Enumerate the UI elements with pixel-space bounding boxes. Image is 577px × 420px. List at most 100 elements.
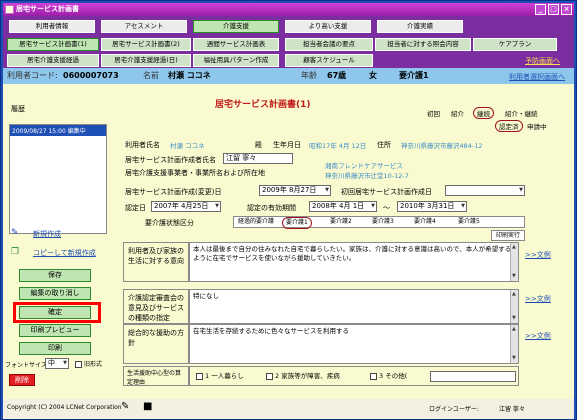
tab-support-progress[interactable]: 居宅介護支援経過 [7,54,99,67]
policy-example-link[interactable]: >>文例 [525,331,551,341]
intent-label: 利用者及び家族の生活に対する意向 [123,242,189,282]
life-support-options: 1 一人暮らし 2 家族等が障害、疾病 3 その他( [189,366,519,386]
user-age: 67歳 [327,71,347,80]
tab-support-progress-day[interactable]: 居宅介護支援経過(日) [101,54,191,67]
badge-initial[interactable]: 初回 [427,108,440,118]
honorific: 殿 [255,141,262,149]
maximize-button[interactable]: □ [548,4,559,15]
old-format-checkbox[interactable]: 旧形式 [75,359,102,368]
user-sex: 女 [369,71,377,80]
cert-date-select[interactable]: 2007年 4月25日 [151,201,221,212]
care-option-4[interactable]: 要介護4 [414,217,436,227]
font-size-select[interactable]: 中 [45,358,69,369]
intent-example-link[interactable]: >>文例 [525,250,551,260]
close-button[interactable]: × [561,4,572,15]
nav-menu: 利用者情報 アセスメント 介護支援 より高い支援 介護実績 居宅サービス計画書(… [3,16,574,68]
valid-period-label: 認定の有効期間 [247,204,296,212]
valid-to-select[interactable]: 2010年 3月31日 [397,201,467,212]
plan-date-label: 居宅サービス計画作成(変更)日 [125,188,222,196]
care-option-transitional[interactable]: 経過的要介護 [238,217,274,227]
address-label: 住所 [377,141,391,149]
status-bar: Copyright (C) 2004 LCNet Corporation ✎ ■… [3,399,574,419]
minimize-button[interactable]: _ [535,4,546,15]
care-option-1[interactable]: 要介護1 [282,217,312,229]
tab-equipment-pattern[interactable]: 福祉用具パターン作成 [193,54,279,67]
policy-label: 総合的な援助の方針 [123,324,189,364]
login-label: ログインユーザー: [429,406,479,413]
user-info-bar: 利用者コード: 0600007073 名前 村瀬 ココネ 年齢 67歳 女 要介… [3,68,574,84]
tab-weekly-plan[interactable]: 週間サービス計画表 [193,38,279,51]
opinion-example-link[interactable]: >>文例 [525,294,551,304]
print-execute-button[interactable]: 印刷実行 [491,230,525,241]
tab-plan-2[interactable]: 居宅サービス計画書(2) [101,38,191,51]
care-option-2[interactable]: 要介護2 [330,217,352,227]
app-icon [5,5,14,14]
badge-continuing[interactable]: 継続 [473,107,494,119]
dob-label: 生年月日 [273,141,301,149]
life-option-other[interactable]: 3 その他( [370,367,407,385]
tab-inquiry[interactable]: 担当者に対する照会内容 [375,38,471,51]
badge-applying[interactable]: 申請中 [527,121,547,131]
user-select-link[interactable]: 利用者選択画面へ [509,69,565,85]
nav-higher-support[interactable]: より高い支援 [285,20,371,33]
user-code: 0600007073 [63,71,119,80]
life-option-alone[interactable]: 1 一人暮らし [196,367,244,385]
life-other-input[interactable] [430,371,516,382]
age-label: 年齢 [301,71,317,80]
nav-care-support[interactable]: 介護支援 [193,20,279,33]
tab-plan-1[interactable]: 居宅サービス計画書(1) [7,38,99,51]
history-list[interactable]: 2009/08/27 15:00 編集中 [9,124,107,234]
user-name: 村瀬 ココネ [168,71,211,80]
cancel-edit-button[interactable]: 編集の取り消し [19,287,91,300]
planner-input[interactable]: 江留 寧々 [223,153,293,164]
main-panel: 履歴 2009/08/27 15:00 編集中 ✎ 新規作成 ❐ コピーして新規… [3,84,574,399]
copy-icon: ❐ [11,247,20,257]
nav-assessment[interactable]: アセスメント [101,20,187,33]
badge-intro[interactable]: 紹介 [451,108,464,118]
tab-care-plan[interactable]: ケアプラン [473,38,557,51]
new-link[interactable]: 新規作成 [33,229,61,239]
life-option-family[interactable]: 2 家族等が障害、疾病 [266,367,340,385]
doc-title: 居宅サービス計画書(1) [215,100,311,110]
care-option-3[interactable]: 要介護3 [372,217,394,227]
copyright-text: Copyright (C) 2004 LCNet Corporation [7,404,122,411]
first-plan-select[interactable] [445,185,525,196]
care-option-5[interactable]: 要介護5 [458,217,480,227]
user-code-label: 利用者コード: [7,71,58,80]
badge-intro-continuing[interactable]: 紹介・継続 [505,108,538,118]
plan-date-select[interactable]: 2009年 8月27日 [259,185,331,196]
user-name-label: 利用者氏名 [125,141,160,149]
print-preview-button[interactable]: 印刷プレビュー [19,324,91,337]
intent-textarea[interactable]: 本人は最後まで自分の住みなれた自宅で暮らしたい。家族は、介護に対する意識は高いの… [189,242,519,282]
office-address: 神奈川県藤沢市辻堂10-12-7 [325,172,409,180]
cert-date-label: 認定日 [125,204,146,212]
valid-from-select[interactable]: 2008年 4月 1日 [309,201,377,212]
history-item[interactable]: 2009/08/27 15:00 編集中 [10,125,106,136]
font-size-label: フォントサイズ [5,362,47,369]
dob-value: 昭和17年 4月 12日 [309,142,367,150]
nav-user-info[interactable]: 利用者情報 [9,20,95,33]
nav-care-record[interactable]: 介護実績 [377,20,463,33]
policy-textarea[interactable]: 在宅生活を存続するために色々なサービスを利用する [189,324,519,364]
prev-screen-link[interactable]: 予防画面へ [525,56,560,66]
badge-certified[interactable]: 認定済 [495,120,523,132]
tilde: ～ [383,204,390,212]
user-care-level: 要介護1 [399,71,429,80]
copy-new-link[interactable]: コピーして新規作成 [33,248,96,258]
opinion-label: 介護認定審査会の意見及びサービスの種類の指定 [123,289,189,324]
name-label: 名前 [143,71,159,80]
title-bar: 居宅サービス計画書 _ □ × [3,3,574,16]
pen-icon: ✎ [121,401,130,412]
app-window: 居宅サービス計画書 _ □ × 利用者情報 アセスメント 介護支援 より高い支援… [0,0,577,420]
planner-label: 居宅サービス計画作成者氏名 [125,156,216,164]
tab-meeting-points[interactable]: 担当者会議の要点 [285,38,373,51]
delete-button[interactable]: 削除 [9,374,35,386]
login-user: 江留 寧々 [499,406,525,413]
sidebar: 履歴 2009/08/27 15:00 編集中 ✎ 新規作成 ❐ コピーして新規… [3,84,115,399]
form-area: 居宅サービス計画書(1) 初回 紹介 継続 紹介・継続 認定済 申請中 利用者氏… [115,84,574,399]
save-button[interactable]: 保存 [19,269,91,282]
opinion-textarea[interactable]: 特になし [189,289,519,324]
print-button[interactable]: 印刷 [19,342,91,355]
tab-customer-schedule[interactable]: 顧客スケジュール [285,54,373,67]
office-name: 湘南フレンドケアサービス [325,162,403,170]
